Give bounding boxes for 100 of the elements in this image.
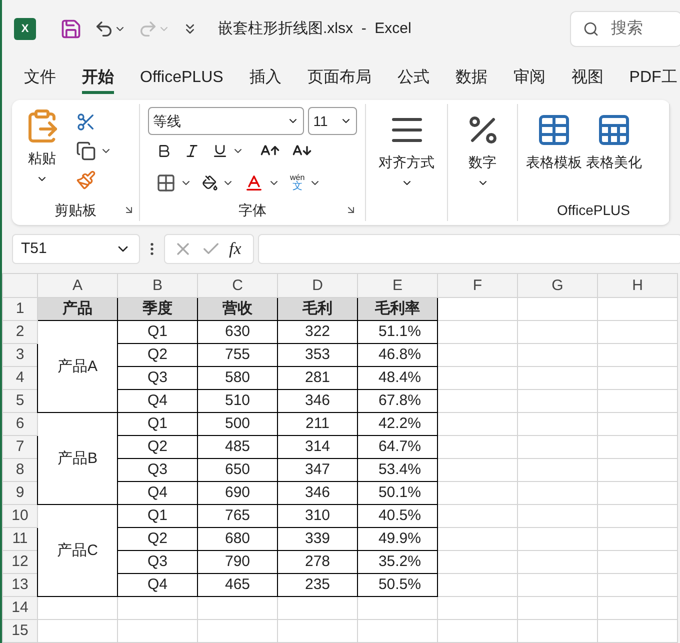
fill-color-icon[interactable] bbox=[202, 175, 218, 191]
table-cell: 42.2% bbox=[358, 412, 438, 436]
phonetic-guide-button[interactable]: wén 文 bbox=[290, 174, 305, 192]
table-cell: 346 bbox=[278, 390, 358, 412]
insert-function-button[interactable]: fx bbox=[229, 236, 242, 262]
row-header[interactable]: 12 bbox=[2, 550, 38, 574]
row-header[interactable]: 14 bbox=[2, 596, 38, 620]
ribbon-tab[interactable]: 插入 bbox=[249, 62, 282, 94]
row-header[interactable]: 10 bbox=[2, 504, 38, 528]
underline-icon[interactable] bbox=[212, 143, 228, 159]
number-format-button[interactable]: 数字 bbox=[448, 104, 517, 189]
table-cell: 50.1% bbox=[358, 482, 438, 504]
ribbon-tab[interactable]: 文件 bbox=[24, 62, 56, 94]
group-label: 字体 bbox=[238, 200, 266, 220]
table-cell: 353 bbox=[278, 344, 358, 366]
formula-input[interactable] bbox=[258, 234, 680, 264]
ribbon-tab[interactable]: 视图 bbox=[571, 62, 604, 94]
redo-icon bbox=[138, 19, 158, 39]
column-header[interactable]: H bbox=[598, 274, 678, 298]
table-cell: Q1 bbox=[118, 504, 198, 528]
column-header[interactable]: F bbox=[438, 274, 518, 298]
ribbon-tab[interactable]: PDF工 bbox=[629, 62, 678, 94]
search-icon bbox=[583, 21, 599, 37]
row-header[interactable]: 11 bbox=[2, 528, 38, 550]
undo-icon[interactable] bbox=[94, 19, 114, 39]
row-header[interactable]: 9 bbox=[2, 482, 38, 504]
italic-icon[interactable] bbox=[184, 143, 200, 159]
table-cell: Q4 bbox=[118, 482, 198, 504]
copy-icon[interactable] bbox=[76, 141, 96, 161]
ribbon-tab[interactable]: OfficePLUS bbox=[140, 62, 224, 94]
row-header[interactable]: 5 bbox=[2, 390, 38, 412]
table-cell: Q2 bbox=[118, 528, 198, 550]
ribbon-tab[interactable]: 开始 bbox=[82, 62, 114, 94]
table-cell: 314 bbox=[278, 436, 358, 458]
row-header[interactable]: 6 bbox=[2, 412, 38, 436]
table-cell: 790 bbox=[198, 550, 278, 574]
table-cell: Q3 bbox=[118, 458, 198, 482]
table-cell: 310 bbox=[278, 504, 358, 528]
table-cell: Q3 bbox=[118, 550, 198, 574]
table-header-cell: 营收 bbox=[198, 298, 278, 320]
table-cell: 235 bbox=[278, 574, 358, 596]
row-header[interactable]: 3 bbox=[2, 344, 38, 366]
row-header[interactable]: 2 bbox=[2, 320, 38, 344]
borders-icon[interactable] bbox=[156, 173, 176, 193]
table-cell: Q2 bbox=[118, 436, 198, 458]
name-box[interactable]: T51 bbox=[12, 234, 140, 264]
window-title: 嵌套柱形折线图.xlsx - Excel bbox=[218, 18, 412, 39]
table-cell: Q3 bbox=[118, 366, 198, 390]
format-painter-icon[interactable] bbox=[76, 170, 96, 190]
table-cell: 485 bbox=[198, 436, 278, 458]
table-cell: 500 bbox=[198, 412, 278, 436]
table-cell: 49.9% bbox=[358, 528, 438, 550]
ribbon-tab[interactable]: 公式 bbox=[397, 62, 430, 94]
table-cell: 346 bbox=[278, 482, 358, 504]
cut-icon[interactable] bbox=[76, 112, 96, 132]
table-cell: 35.2% bbox=[358, 550, 438, 574]
table-cell: Q4 bbox=[118, 390, 198, 412]
table-header-cell: 产品 bbox=[38, 298, 118, 320]
table-cell: 46.8% bbox=[358, 344, 438, 366]
row-header[interactable]: 8 bbox=[2, 458, 38, 482]
table-cell: 211 bbox=[278, 412, 358, 436]
table-cell: 53.4% bbox=[358, 458, 438, 482]
officeplus-button[interactable]: 表格美化 bbox=[586, 112, 642, 199]
dialog-launcher-icon[interactable] bbox=[345, 204, 357, 216]
ribbon-tab[interactable]: 审阅 bbox=[513, 62, 546, 94]
table-cell: 281 bbox=[278, 366, 358, 390]
font-color-icon[interactable] bbox=[244, 173, 264, 193]
alignment-button[interactable]: 对齐方式 bbox=[366, 104, 447, 189]
ribbon-tab[interactable]: 数据 bbox=[455, 62, 488, 94]
table-cell: Q4 bbox=[118, 574, 198, 596]
table-cell: Q2 bbox=[118, 344, 198, 366]
paste-button[interactable]: 粘贴 bbox=[24, 104, 60, 199]
table-cell: 690 bbox=[198, 482, 278, 504]
row-header[interactable]: 15 bbox=[2, 620, 38, 642]
table-header-cell: 毛利率 bbox=[358, 298, 438, 320]
table-cell: 51.1% bbox=[358, 320, 438, 344]
excel-logo-icon: X bbox=[14, 18, 36, 40]
table-cell: 580 bbox=[198, 366, 278, 390]
row-header[interactable]: 13 bbox=[2, 574, 38, 596]
table-header-cell: 季度 bbox=[118, 298, 198, 320]
row-header[interactable]: 7 bbox=[2, 436, 38, 458]
table-cell: Q1 bbox=[118, 412, 198, 436]
font-size-field[interactable]: 11 bbox=[308, 107, 357, 135]
column-header[interactable]: G bbox=[518, 274, 598, 298]
table-cell: 765 bbox=[198, 504, 278, 528]
table-cell: Q1 bbox=[118, 320, 198, 344]
search-field[interactable]: 搜索 bbox=[570, 11, 680, 47]
table-cell: 650 bbox=[198, 458, 278, 482]
font-name-field[interactable]: 等线 bbox=[148, 107, 304, 135]
table-cell: 48.4% bbox=[358, 366, 438, 390]
table-icon bbox=[596, 112, 632, 148]
save-icon[interactable] bbox=[60, 18, 82, 40]
officeplus-button[interactable]: 表格模板 bbox=[526, 112, 582, 199]
table-cell: 339 bbox=[278, 528, 358, 550]
row-header[interactable]: 4 bbox=[2, 366, 38, 390]
row-header[interactable]: 1 bbox=[2, 298, 38, 320]
table-cell: 630 bbox=[198, 320, 278, 344]
table-header-cell: 毛利 bbox=[278, 298, 358, 320]
dialog-launcher-icon[interactable] bbox=[123, 204, 135, 216]
ribbon-tab[interactable]: 页面布局 bbox=[307, 62, 372, 94]
